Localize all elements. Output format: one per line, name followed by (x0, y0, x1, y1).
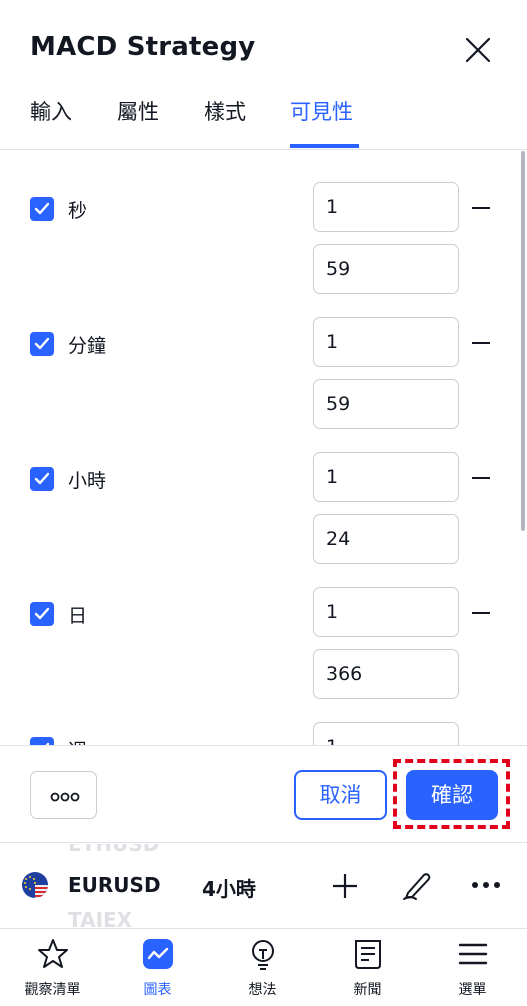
seconds-to-input[interactable]: 59 (313, 244, 459, 294)
days-from-input[interactable]: 1 (313, 587, 459, 637)
hours-from-input[interactable]: 1 (313, 452, 459, 502)
nav-ideas[interactable]: 想法 (210, 929, 315, 1006)
row-label: 週 (68, 736, 87, 745)
seconds-checkbox[interactable] (30, 197, 54, 221)
visibility-row-seconds: 秒 1 59 (0, 182, 527, 317)
visibility-row-hours: 小時 1 24 (0, 452, 527, 587)
nav-label: 新聞 (353, 982, 382, 998)
visibility-row-weeks: 週 1 (0, 722, 527, 745)
nav-label: 想法 (248, 982, 277, 998)
dialog-footer: 取消 確認 (0, 745, 527, 843)
dialog-title: MACD Strategy (30, 32, 256, 62)
visibility-row-minutes: 分鐘 1 59 (0, 317, 527, 452)
scrollbar[interactable] (521, 151, 525, 531)
active-tab-indicator (290, 144, 359, 148)
checkmark-icon (34, 607, 50, 620)
ghost-symbol-bottom: TAIEX (68, 908, 133, 928)
tab-inputs[interactable]: 輸入 (30, 96, 72, 148)
lightbulb-icon (252, 940, 274, 970)
nav-label: 圖表 (143, 982, 172, 998)
interval-selector[interactable]: 4小時 (202, 873, 256, 902)
row-label: 分鐘 (68, 335, 107, 357)
close-icon (465, 37, 491, 63)
confirm-button[interactable]: 確認 (406, 770, 498, 820)
weeks-checkbox[interactable] (30, 737, 54, 745)
nav-chart[interactable]: 圖表 (105, 929, 210, 1006)
minutes-from-input[interactable]: 1 (313, 317, 459, 367)
range-dash (472, 612, 490, 614)
minutes-checkbox[interactable] (30, 332, 54, 356)
row-label: 小時 (68, 470, 107, 492)
range-dash (472, 207, 490, 209)
more-horizontal-icon[interactable] (470, 880, 502, 890)
tab-style[interactable]: 樣式 (204, 96, 246, 148)
checkmark-icon (34, 337, 50, 350)
visibility-row-days: 日 1 366 (0, 587, 527, 722)
nav-label: 觀察清單 (24, 982, 81, 998)
three-dots-icon (50, 792, 80, 802)
symbol-bar: ETHUSD TAIEX EURUSD 4小時 (0, 844, 527, 928)
tab-visibility[interactable]: 可見性 (290, 96, 359, 148)
pen-icon[interactable] (400, 868, 434, 902)
tab-label: 屬性 (117, 100, 159, 124)
checkmark-icon (34, 202, 50, 215)
tab-properties[interactable]: 屬性 (117, 96, 159, 148)
nav-watchlist[interactable]: 觀察清單 (0, 929, 105, 1006)
nav-menu[interactable]: 選單 (420, 929, 525, 1006)
weeks-from-input[interactable]: 1 (313, 722, 459, 745)
eu-us-flag-icon[interactable] (22, 872, 48, 898)
hours-checkbox[interactable] (30, 467, 54, 491)
ghost-symbol-top: ETHUSD (68, 844, 160, 856)
visibility-panel[interactable]: 秒 1 59 分鐘 1 59 小時 1 24 日 1 366 (0, 151, 527, 745)
cancel-button[interactable]: 取消 (294, 770, 387, 820)
dialog-page: MACD Strategy 輸入 屬性 樣式 可見性 秒 1 59 分鐘 1 5… (0, 0, 527, 1006)
seconds-from-input[interactable]: 1 (313, 182, 459, 232)
days-to-input[interactable]: 366 (313, 649, 459, 699)
bottom-nav: 觀察清單 圖表 想法 新聞 選單 (0, 928, 527, 1006)
minutes-to-input[interactable]: 59 (313, 379, 459, 429)
tab-label: 可見性 (290, 100, 353, 124)
symbol-name[interactable]: EURUSD (68, 873, 161, 897)
checkmark-icon (34, 472, 50, 485)
more-options-button[interactable] (30, 771, 97, 819)
close-button[interactable] (458, 30, 498, 70)
plus-icon[interactable] (331, 872, 359, 900)
range-dash (472, 477, 490, 479)
row-label: 日 (68, 605, 88, 627)
news-icon (355, 940, 381, 969)
tab-label: 輸入 (30, 100, 72, 124)
tab-bar: 輸入 屬性 樣式 可見性 (0, 92, 527, 150)
star-icon (38, 939, 68, 968)
hours-to-input[interactable]: 24 (313, 514, 459, 564)
menu-icon (458, 943, 488, 965)
range-dash (472, 342, 490, 344)
nav-news[interactable]: 新聞 (315, 929, 420, 1006)
days-checkbox[interactable] (30, 602, 54, 626)
dialog-header: MACD Strategy 輸入 屬性 樣式 可見性 (0, 0, 527, 150)
nav-label: 選單 (458, 982, 487, 998)
tab-label: 樣式 (204, 100, 246, 124)
row-label: 秒 (68, 200, 88, 222)
chart-icon (143, 939, 173, 969)
